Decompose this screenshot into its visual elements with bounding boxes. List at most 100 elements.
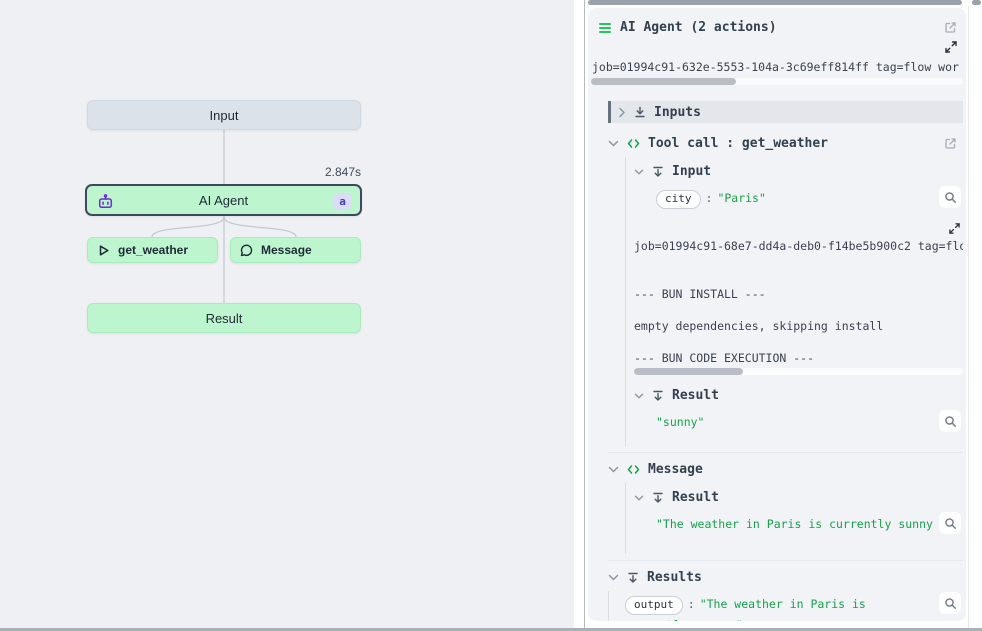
message-result-value: "The weather in Paris is currently sunny…	[656, 514, 933, 534]
duration-label: 2.847s	[261, 165, 361, 179]
expand-logs-button[interactable]	[945, 41, 957, 53]
chevron-down-icon	[608, 465, 619, 474]
flow-node-result[interactable]: Result	[87, 303, 361, 333]
status-panel: AI Agent (2 actions) job=01994c91-632e-5…	[574, 0, 982, 631]
log-line: --- BUN CODE EXECUTION ---	[634, 350, 963, 366]
external-link-icon	[944, 21, 957, 34]
ai-agent-lines-icon	[598, 22, 612, 34]
log-line	[634, 254, 963, 270]
output-row: output:"The weather in Paris is currentl…	[625, 591, 963, 621]
log-line	[634, 334, 963, 350]
flow-node-input[interactable]: Input	[87, 100, 361, 130]
message-section: Message Result "The weather	[608, 452, 963, 554]
speech-bubble-icon	[240, 244, 253, 257]
log-line: empty dependencies, skipping install	[634, 318, 963, 334]
tool-call-log: job=01994c91-68e7-dd4a-deb0-f14be5b900c2…	[634, 238, 963, 366]
bar-down-icon	[627, 572, 639, 584]
colon: :	[706, 191, 713, 205]
expand-tool-logs-button[interactable]	[949, 223, 960, 234]
agent-badge: a	[334, 193, 351, 210]
flow-node-get-weather[interactable]: get_weather	[87, 237, 218, 263]
inspect-value-button[interactable]	[939, 512, 961, 534]
chevron-down-icon	[634, 494, 644, 502]
message-title: Message	[648, 462, 703, 477]
node-label: Result	[206, 311, 243, 326]
results-section: Results output:"The weather in Paris is …	[608, 560, 963, 621]
tool-call-header[interactable]: Tool call : get_weather	[608, 129, 963, 157]
log-line: job=01994c91-68e7-dd4a-deb0-f14be5b900c2…	[634, 238, 963, 254]
flow-canvas[interactable]: Input 2.847s AI Agent a get_weather	[0, 0, 574, 631]
message-result-header[interactable]: Result	[633, 483, 963, 511]
message-value-row: "The weather in Paris is currently sunny…	[656, 511, 963, 548]
panel-header: AI Agent (2 actions)	[591, 16, 963, 35]
tool-call-section: Tool call : get_weather	[608, 127, 963, 446]
result-value: "sunny"	[656, 415, 704, 429]
result-value-row: "sunny"	[656, 409, 963, 440]
message-body: Result "The weather in Paris is currentl…	[625, 483, 963, 554]
log-scrollbar[interactable]	[591, 78, 963, 85]
panel-title: AI Agent (2 actions)	[620, 20, 777, 35]
input-subsection-label: Input	[672, 164, 711, 179]
search-icon	[944, 597, 957, 610]
chevron-down-icon	[608, 139, 619, 148]
input-subsection-header[interactable]: Input	[633, 157, 963, 185]
external-link-icon	[944, 137, 957, 150]
result-subsection-body: "sunny"	[633, 409, 963, 440]
panel-divider[interactable]	[584, 0, 585, 631]
node-label: get_weather	[118, 243, 188, 257]
bar-down-icon	[652, 166, 664, 178]
message-header[interactable]: Message	[608, 455, 963, 483]
flow-node-message[interactable]: Message	[230, 237, 361, 263]
message-result-body: "The weather in Paris is currently sunny…	[633, 511, 963, 548]
log-scrollbar-thumb[interactable]	[591, 78, 736, 85]
node-label: Message	[261, 243, 312, 257]
search-icon	[944, 415, 957, 428]
job-detail-card: AI Agent (2 actions) job=01994c91-632e-5…	[588, 8, 966, 621]
expand-icon	[945, 41, 957, 53]
bar-down-icon	[652, 492, 664, 504]
open-job-link-button[interactable]	[944, 21, 957, 34]
bar-down-icon	[652, 390, 664, 402]
tool-log-scrollbar[interactable]	[634, 368, 963, 375]
search-icon	[944, 191, 957, 204]
scrollbar-corner[interactable]	[972, 0, 981, 5]
results-label: Results	[647, 570, 702, 585]
download-icon	[634, 106, 646, 118]
param-row: city: "Paris"	[656, 185, 963, 217]
chevron-down-icon	[608, 573, 619, 582]
flow-node-ai-agent[interactable]: AI Agent a	[85, 184, 362, 216]
output-key-pill: output	[625, 596, 683, 615]
result-subsection-label: Result	[672, 388, 719, 403]
result-subsection-header[interactable]: Result	[633, 381, 963, 409]
inspect-value-button[interactable]	[939, 186, 961, 208]
tool-log-scrollbar-thumb[interactable]	[634, 368, 743, 375]
inspect-value-button[interactable]	[939, 410, 961, 432]
chevron-right-icon	[617, 107, 626, 118]
tool-call-title: Tool call : get_weather	[648, 136, 828, 151]
log-line	[634, 270, 963, 286]
vertical-scrollbar[interactable]	[968, 6, 982, 631]
colon: :	[688, 597, 695, 611]
param-key-pill: city	[656, 190, 701, 209]
input-subsection-body: city: "Paris"	[633, 185, 963, 217]
code-icon	[627, 137, 640, 150]
tool-call-body: Input city: "Paris"	[625, 157, 963, 446]
search-icon	[944, 517, 957, 530]
node-label: AI Agent	[199, 193, 248, 208]
app-root: Input 2.847s AI Agent a get_weather	[0, 0, 982, 631]
robot-icon	[97, 193, 114, 210]
message-result-label: Result	[672, 490, 719, 505]
inputs-label: Inputs	[654, 105, 701, 120]
job-log-line: job=01994c91-632e-5553-104a-3c69eff814ff…	[592, 60, 963, 74]
inspect-value-button[interactable]	[939, 592, 961, 614]
inputs-section-header[interactable]: Inputs	[608, 101, 963, 123]
param-value: "Paris"	[717, 191, 765, 205]
results-header[interactable]: Results	[608, 563, 963, 591]
log-line: --- BUN INSTALL ---	[634, 286, 963, 302]
horizontal-scrollbar-thumb[interactable]	[588, 0, 962, 5]
log-line	[634, 302, 963, 318]
expand-icon	[949, 223, 960, 234]
node-label: Input	[210, 108, 239, 123]
chevron-down-icon	[634, 392, 644, 400]
open-tool-call-link-button[interactable]	[944, 137, 957, 150]
